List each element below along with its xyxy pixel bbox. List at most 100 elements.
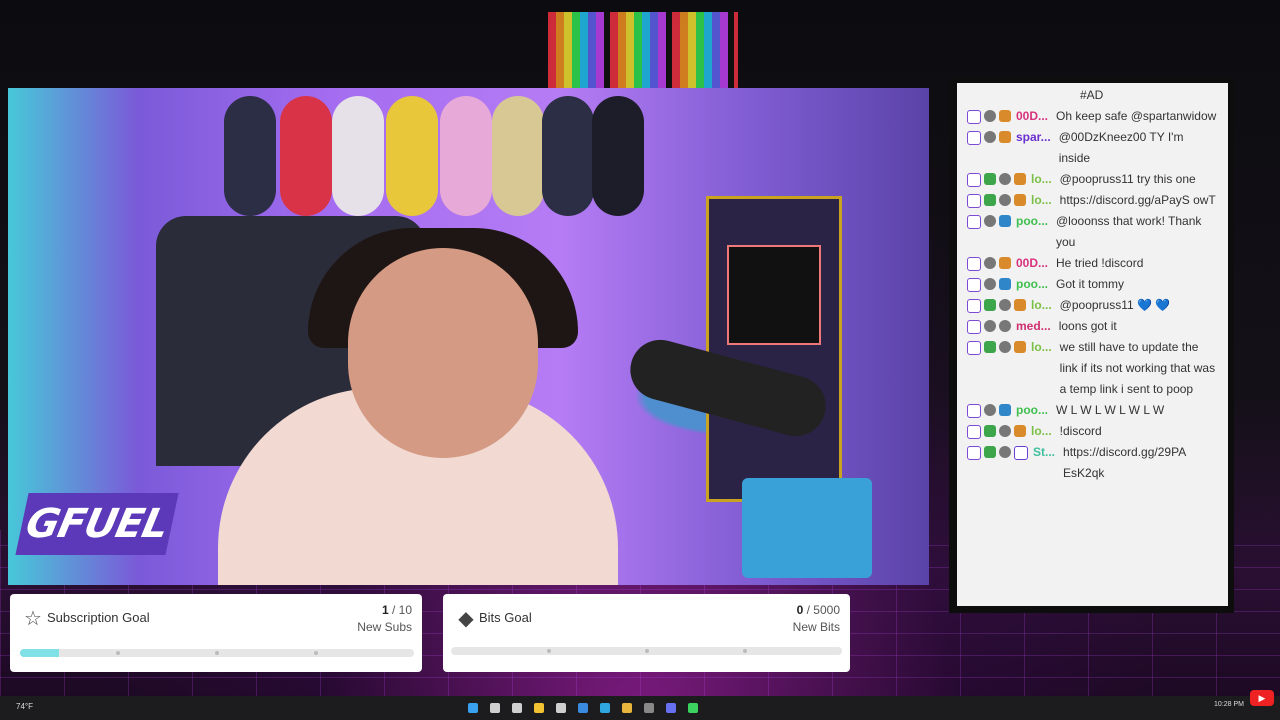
gfuel-logo: GFUEL bbox=[15, 493, 179, 555]
gray-badge[interactable] bbox=[984, 131, 996, 143]
twitch-badge[interactable] bbox=[967, 425, 981, 439]
chat-username[interactable]: poo... bbox=[1016, 274, 1048, 295]
chat-message-list: #AD 00D... Oh keep safe @spartanwidow spar.… bbox=[957, 85, 1228, 484]
mod-badge[interactable] bbox=[984, 425, 996, 437]
gray-badge[interactable] bbox=[999, 299, 1011, 311]
twitch-badge[interactable] bbox=[967, 320, 981, 334]
chat-message: poo... @looonss that work! Thank you bbox=[957, 211, 1228, 253]
star-badge-icon: ☆ bbox=[24, 608, 42, 630]
count-separator: / bbox=[803, 603, 814, 617]
skateboard-deck bbox=[386, 96, 438, 216]
chat-username[interactable]: poo... bbox=[1016, 211, 1048, 253]
twitch-badge[interactable] bbox=[967, 341, 981, 355]
mod-badge[interactable] bbox=[984, 194, 996, 206]
gray-badge[interactable] bbox=[984, 110, 996, 122]
gray-badge[interactable] bbox=[999, 446, 1011, 458]
bits-goal-target: 5000 bbox=[813, 603, 840, 617]
task-view-icon[interactable] bbox=[512, 703, 522, 713]
orange-badge[interactable] bbox=[1014, 299, 1026, 311]
gray-badge[interactable] bbox=[999, 425, 1011, 437]
chat-message: St... https://discord.gg/29PA EsK2qk bbox=[957, 442, 1228, 484]
youtube-icon[interactable]: ▶ bbox=[1250, 690, 1274, 706]
purple-badge[interactable] bbox=[1014, 446, 1028, 460]
chat-username[interactable]: 00D... bbox=[1016, 106, 1048, 127]
gray-badge[interactable] bbox=[984, 320, 996, 332]
chat-message: lo... @poopruss11 💙 💙 bbox=[957, 295, 1228, 316]
gray-badge[interactable] bbox=[999, 341, 1011, 353]
chat-badges bbox=[967, 169, 1026, 190]
skateboard-deck bbox=[592, 96, 644, 216]
twitch-badge[interactable] bbox=[967, 446, 981, 460]
orange-badge[interactable] bbox=[1014, 425, 1026, 437]
twitch-badge[interactable] bbox=[967, 173, 981, 187]
chat-username[interactable]: lo... bbox=[1031, 421, 1052, 442]
chat-username[interactable]: med... bbox=[1016, 316, 1051, 337]
mod-badge[interactable] bbox=[984, 446, 996, 458]
windows-start-icon[interactable] bbox=[468, 703, 478, 713]
orange-badge[interactable] bbox=[1014, 173, 1026, 185]
streamer-face bbox=[348, 248, 538, 458]
bits-goal-widget: ◆ Bits Goal 0 / 5000 New Bits bbox=[443, 594, 850, 672]
chat-message: med... loons got it bbox=[957, 316, 1228, 337]
chat-badges bbox=[967, 316, 1011, 337]
orange-badge[interactable] bbox=[1014, 194, 1026, 206]
twitch-badge[interactable] bbox=[967, 299, 981, 313]
discord-icon[interactable] bbox=[666, 703, 676, 713]
mod-badge[interactable] bbox=[984, 341, 996, 353]
chat-message: lo... @poopruss11 try this one bbox=[957, 169, 1228, 190]
subscription-progress-bar bbox=[20, 649, 414, 657]
twitch-badge[interactable] bbox=[967, 110, 981, 124]
orange-badge[interactable] bbox=[1014, 341, 1026, 353]
mod-badge[interactable] bbox=[984, 299, 996, 311]
mail-icon[interactable] bbox=[578, 703, 588, 713]
chat-badges bbox=[967, 442, 1028, 484]
blue-badge[interactable] bbox=[999, 404, 1011, 416]
store-icon[interactable] bbox=[556, 703, 566, 713]
spotify-icon[interactable] bbox=[688, 703, 698, 713]
chat-panel: #AD 00D... Oh keep safe @spartanwidow spar.… bbox=[957, 83, 1228, 606]
gray-badge[interactable] bbox=[999, 194, 1011, 206]
gray-badge[interactable] bbox=[984, 215, 996, 227]
subscription-goal-count: 1 / 10 bbox=[382, 603, 412, 617]
chat-username[interactable]: lo... bbox=[1031, 169, 1052, 190]
chat-message: lo... we still have to update the link if… bbox=[957, 337, 1228, 400]
orange-badge[interactable] bbox=[999, 110, 1011, 122]
blue-badge[interactable] bbox=[999, 215, 1011, 227]
twitch-badge[interactable] bbox=[967, 278, 981, 292]
bits-gem-icon: ◆ bbox=[458, 608, 474, 630]
chat-username[interactable]: spar... bbox=[1016, 127, 1051, 169]
gray-badge[interactable] bbox=[999, 320, 1011, 332]
chat-username[interactable]: lo... bbox=[1031, 295, 1052, 316]
chat-message-text: !discord bbox=[1059, 424, 1102, 438]
progress-tick bbox=[116, 651, 120, 655]
twitch-badge[interactable] bbox=[967, 404, 981, 418]
gray-badge[interactable] bbox=[984, 404, 996, 416]
weather-widget[interactable]: 74°F bbox=[16, 702, 33, 711]
chrome-icon[interactable] bbox=[622, 703, 632, 713]
chat-message-text: Got it tommy bbox=[1056, 277, 1125, 291]
chat-username[interactable]: lo... bbox=[1031, 190, 1052, 211]
chat-message-text: @poopruss11 try this one bbox=[1059, 172, 1196, 186]
orange-badge[interactable] bbox=[999, 131, 1011, 143]
blue-badge[interactable] bbox=[999, 278, 1011, 290]
chat-username[interactable]: lo... bbox=[1031, 337, 1052, 400]
chat-message: lo... https://discord.gg/aPayS owT bbox=[957, 190, 1228, 211]
twitch-badge[interactable] bbox=[967, 257, 981, 271]
twitch-badge[interactable] bbox=[967, 194, 981, 208]
twitch-badge[interactable] bbox=[967, 215, 981, 229]
twitch-badge[interactable] bbox=[967, 131, 981, 145]
gray-badge[interactable] bbox=[984, 257, 996, 269]
obs-icon[interactable] bbox=[644, 703, 654, 713]
search-icon[interactable] bbox=[490, 703, 500, 713]
orange-badge[interactable] bbox=[999, 257, 1011, 269]
file-explorer-icon[interactable] bbox=[534, 703, 544, 713]
chat-username[interactable]: 00D... bbox=[1016, 253, 1048, 274]
mod-badge[interactable] bbox=[984, 173, 996, 185]
gray-badge[interactable] bbox=[999, 173, 1011, 185]
chat-username[interactable]: St... bbox=[1033, 442, 1055, 484]
browser-icon[interactable] bbox=[600, 703, 610, 713]
taskbar-clock[interactable]: 10:28 PM bbox=[1214, 700, 1244, 709]
chat-message-text: W L W L W L W L W bbox=[1056, 403, 1165, 417]
gray-badge[interactable] bbox=[984, 278, 996, 290]
chat-username[interactable]: poo... bbox=[1016, 400, 1048, 421]
